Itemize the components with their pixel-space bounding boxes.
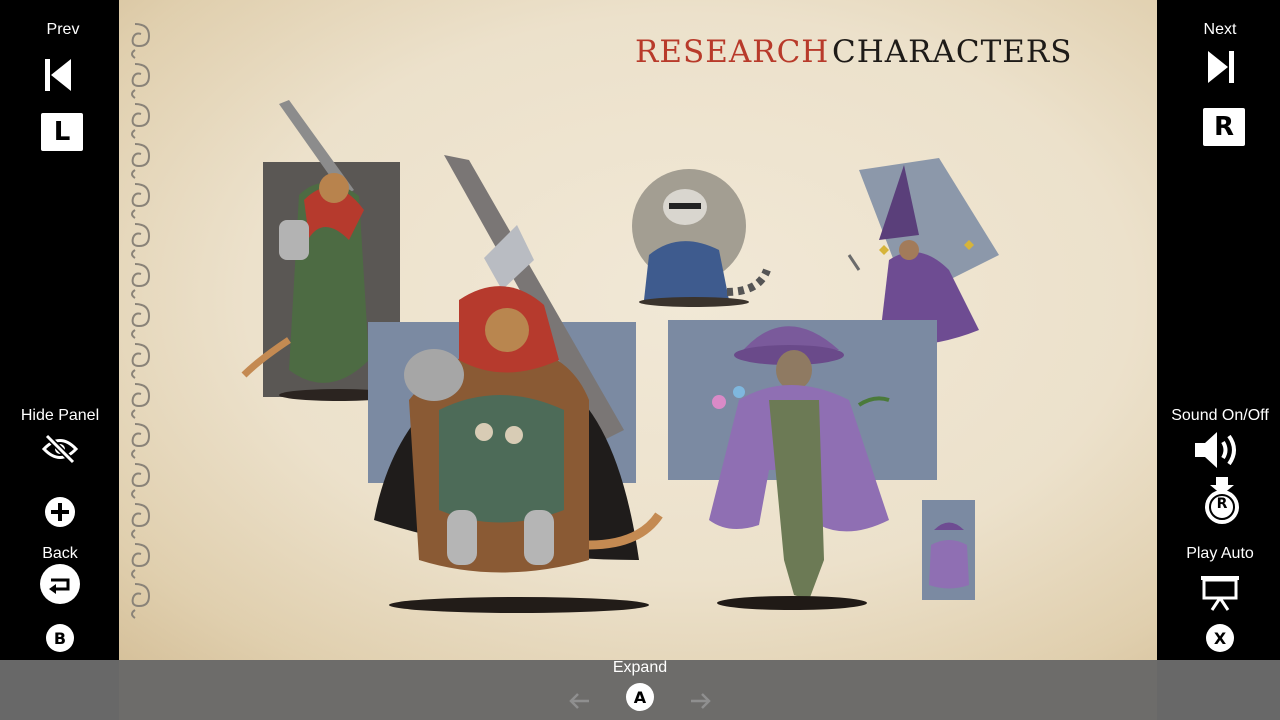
skip-previous-icon[interactable] xyxy=(45,59,73,96)
hide-panel-label: Hide Panel xyxy=(20,407,100,424)
book-page: RESEARCH CHARACTERS xyxy=(119,0,1157,660)
play-auto-key-x[interactable]: X xyxy=(1206,624,1234,652)
plus-icon[interactable] xyxy=(45,497,75,527)
expand-key-a[interactable]: A xyxy=(626,683,654,711)
back-label: Back xyxy=(42,545,78,562)
next-label: Next xyxy=(1203,21,1237,38)
right-stick-key: R xyxy=(1216,496,1228,512)
prev-label: Prev xyxy=(46,21,80,38)
back-key-b[interactable]: B xyxy=(46,624,74,652)
right-stick-press-icon[interactable]: R xyxy=(1202,477,1242,530)
expand-label: Expand xyxy=(612,659,668,676)
prev-key-l[interactable]: L xyxy=(41,113,83,151)
skip-next-icon[interactable] xyxy=(1206,51,1234,88)
raccoon-character xyxy=(632,169,771,307)
next-key-r[interactable]: R xyxy=(1203,108,1245,146)
tiger-character-large xyxy=(368,155,663,613)
witch-character xyxy=(847,158,999,346)
bottom-bar: Expand A xyxy=(0,659,1280,720)
back-icon[interactable] xyxy=(40,564,80,604)
arrow-right-icon[interactable] xyxy=(690,693,712,714)
mouse-mage-character xyxy=(668,320,937,610)
character-artwork xyxy=(241,100,999,613)
mouse-thumbnail xyxy=(922,500,975,600)
arrow-left-icon[interactable] xyxy=(568,693,590,714)
presentation-icon[interactable] xyxy=(1201,576,1239,617)
sound-label: Sound On/Off xyxy=(1171,407,1269,424)
speaker-icon[interactable] xyxy=(1195,430,1247,475)
play-auto-label: Play Auto xyxy=(1186,545,1254,562)
eye-off-icon[interactable] xyxy=(41,433,79,469)
